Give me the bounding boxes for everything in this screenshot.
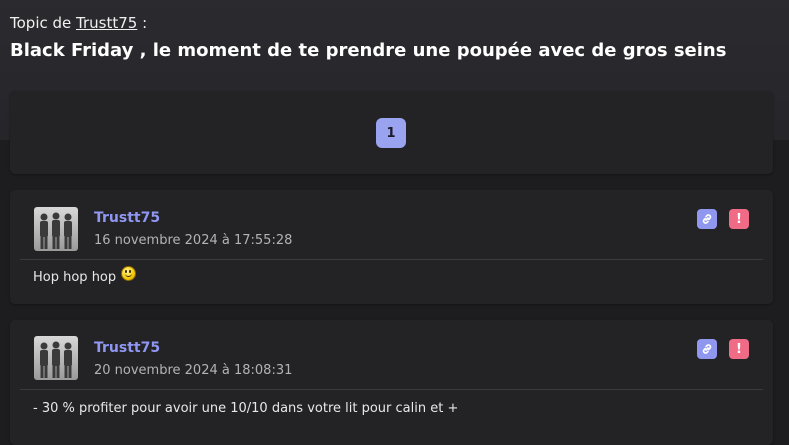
link-icon	[702, 214, 712, 224]
alert-icon: !	[736, 211, 742, 227]
post-body: - 30 % profiter pour avoir une 10/10 dan…	[33, 401, 458, 416]
topic-line: Topic de Trustt75 :	[10, 14, 147, 32]
post-body: Hop hop hop	[33, 266, 137, 285]
permalink-button[interactable]	[697, 209, 717, 229]
post-date: 16 novembre 2024 à 17:55:28	[94, 233, 293, 248]
topic-suffix: :	[137, 14, 148, 32]
topic-prefix: Topic de	[10, 14, 77, 32]
page-1-button[interactable]: 1	[376, 118, 406, 148]
topic-title: Black Friday , le moment de te prendre u…	[10, 40, 727, 61]
smiley-icon	[121, 266, 137, 281]
report-button[interactable]: !	[729, 209, 749, 229]
post-author[interactable]: Trustt75	[94, 340, 160, 356]
post-author[interactable]: Trustt75	[94, 210, 160, 226]
post-body-text: - 30 % profiter pour avoir une 10/10 dan…	[33, 401, 459, 416]
post-card: Trustt75 16 novembre 2024 à 17:55:28 ! H…	[10, 190, 773, 304]
report-button[interactable]: !	[729, 339, 749, 359]
pagination-bar: 1	[10, 91, 773, 174]
avatar[interactable]	[34, 207, 78, 251]
post-card: Trustt75 20 novembre 2024 à 18:08:31 ! -…	[10, 320, 773, 445]
topic-author-link[interactable]: Trustt75	[76, 14, 137, 32]
post-divider	[20, 259, 763, 260]
post-divider	[20, 389, 763, 390]
avatar[interactable]	[34, 336, 78, 380]
link-icon	[702, 344, 712, 354]
permalink-button[interactable]	[697, 339, 717, 359]
alert-icon: !	[736, 341, 742, 357]
post-date: 20 novembre 2024 à 18:08:31	[94, 363, 293, 378]
post-body-text: Hop hop hop	[33, 270, 117, 285]
